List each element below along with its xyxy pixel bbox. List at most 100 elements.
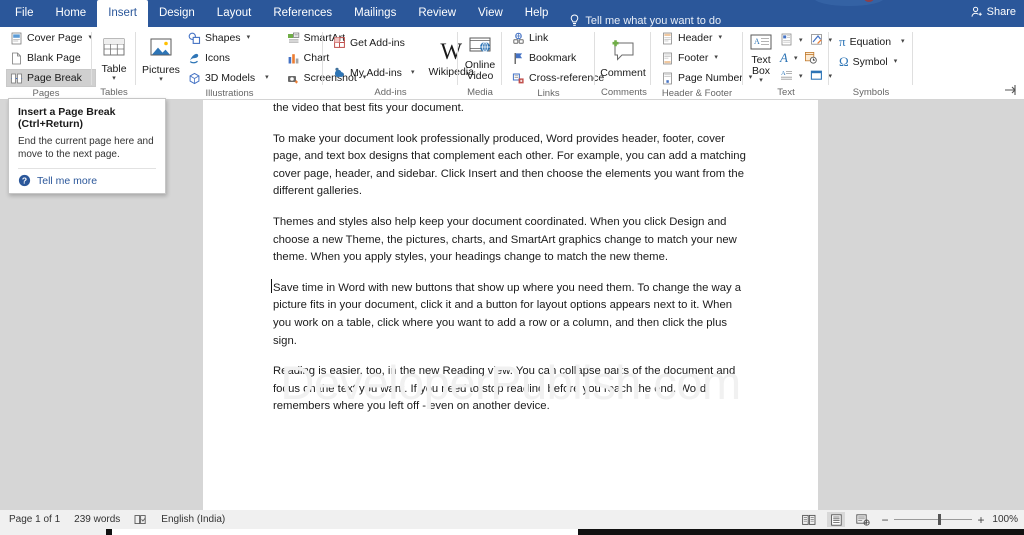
ribbon: Cover Page ▾ Blank Page (0, 27, 1024, 100)
ribbon-group-addins: Get Add-ins My Add-ins ▾ W Wikipedia Add… (323, 27, 474, 99)
pictures-button[interactable]: Pictures ▾ (142, 34, 180, 83)
tab-references[interactable]: References (262, 0, 343, 27)
zoom-out-button[interactable]: − (881, 514, 889, 526)
tab-home[interactable]: Home (45, 0, 98, 27)
ribbon-group-text: A Text Box ▾ ▾ ▾ A ▾ A ▾ ▾ Text (743, 27, 832, 99)
tell-me-box[interactable]: Tell me what you want to do (559, 14, 721, 27)
table-button[interactable]: Table ▾ (98, 33, 130, 82)
chevron-down-icon[interactable]: ▾ (265, 71, 269, 85)
read-mode-button[interactable] (800, 512, 818, 527)
online-video-icon (469, 37, 491, 52)
object-button[interactable] (809, 68, 824, 83)
paragraph-2[interactable]: Themes and styles also help keep your do… (273, 214, 751, 267)
proofing-errors-icon[interactable] (134, 514, 147, 526)
date-time-button[interactable] (803, 50, 818, 65)
page-indicator[interactable]: Page 1 of 1 (9, 514, 60, 525)
tab-view[interactable]: View (467, 0, 514, 27)
icons-button[interactable]: Icons (184, 49, 273, 67)
zoom-slider-handle[interactable] (938, 514, 941, 525)
equation-button[interactable]: π Equation ▾ (835, 33, 909, 51)
text-box-label: Text Box (751, 54, 771, 77)
paragraph-3-text: Save time in Word with new buttons that … (273, 281, 742, 347)
cross-reference-label: Cross-reference (529, 72, 605, 84)
symbol-label: Symbol (852, 56, 888, 68)
blank-page-label: Blank Page (27, 52, 81, 64)
chevron-down-icon[interactable]: ▾ (112, 75, 116, 82)
chevron-down-icon[interactable]: ▾ (799, 72, 803, 80)
tab-mailings[interactable]: Mailings (343, 0, 407, 27)
print-layout-button[interactable] (827, 512, 845, 527)
chevron-down-icon[interactable]: ▾ (759, 77, 763, 84)
zoom-control[interactable]: − + 100% (881, 514, 1018, 526)
page-break-button[interactable]: Page Break (6, 69, 96, 87)
tooltip-divider (18, 168, 156, 169)
web-layout-button[interactable] (854, 512, 872, 527)
person-share-icon (971, 6, 982, 17)
link-label: Link (529, 32, 549, 44)
page-number-label: Page Number (678, 72, 743, 84)
svg-text:?: ? (22, 176, 27, 186)
chevron-down-icon[interactable]: ▾ (247, 31, 251, 45)
page-break-tooltip: Insert a Page Break (Ctrl+Return) End th… (8, 98, 166, 194)
paragraph-1[interactable]: To make your document look professionall… (273, 131, 751, 201)
chevron-down-icon[interactable]: ▾ (718, 31, 722, 45)
chevron-down-icon[interactable]: ▾ (794, 54, 798, 62)
cover-page-button[interactable]: Cover Page ▾ (6, 29, 96, 47)
share-button[interactable]: Share (971, 6, 1016, 18)
shapes-button[interactable]: Shapes ▾ (184, 29, 273, 47)
ribbon-group-media: Online Video Media (458, 27, 502, 99)
quick-parts-button[interactable] (779, 32, 794, 47)
tab-design[interactable]: Design (148, 0, 206, 27)
object-icon (810, 70, 822, 80)
tooltip-body: End the current page here and move to th… (18, 136, 154, 160)
tab-insert[interactable]: Insert (97, 0, 148, 27)
svg-text:A: A (781, 70, 786, 77)
new-comment-label: Comment (600, 66, 646, 79)
zoom-slider[interactable] (894, 514, 972, 525)
tab-layout[interactable]: Layout (206, 0, 263, 27)
tell-me-more-link[interactable]: ? Tell me more (18, 174, 156, 187)
screenshot-icon (287, 75, 298, 83)
tab-help[interactable]: Help (514, 0, 560, 27)
chevron-down-icon[interactable]: ▾ (411, 66, 415, 80)
paragraph-3[interactable]: Save time in Word with new buttons that … (271, 278, 751, 350)
zoom-level[interactable]: 100% (990, 514, 1018, 525)
equation-label: Equation (849, 36, 892, 48)
text-box-button[interactable]: A Text Box ▾ (749, 31, 773, 84)
page-number-icon (663, 72, 672, 84)
online-video-button[interactable]: Online Video (464, 34, 496, 82)
paragraph-0[interactable]: the video that best fits your document. (273, 100, 751, 118)
document-page[interactable]: the video that best fits your document. … (203, 100, 818, 510)
chevron-down-icon[interactable]: ▾ (714, 51, 718, 65)
word-count[interactable]: 239 words (74, 514, 120, 525)
symbol-icon: Ω (839, 54, 849, 69)
new-comment-button[interactable]: Comment (600, 37, 646, 79)
symbol-button[interactable]: Ω Symbol ▾ (835, 53, 909, 71)
taskbar-patch-left (0, 529, 106, 535)
signature-line-button[interactable]: A (779, 68, 794, 83)
my-addins-button[interactable]: My Add-ins ▾ (329, 64, 418, 82)
chevron-down-icon[interactable]: ▾ (159, 76, 163, 83)
icons-icon (189, 53, 199, 63)
share-label: Share (986, 6, 1016, 18)
new-comment-icon (612, 39, 634, 61)
online-video-label: Online Video (464, 58, 496, 82)
get-addins-button[interactable]: Get Add-ins (329, 34, 418, 52)
language-indicator[interactable]: English (India) (161, 514, 225, 525)
collapse-ribbon-icon[interactable] (1004, 84, 1018, 96)
word-window: File Home Insert Design Layout Reference… (0, 0, 1024, 535)
print-layout-icon (830, 513, 842, 526)
wordart-button[interactable] (809, 32, 824, 47)
tab-file[interactable]: File (4, 0, 45, 27)
status-bar: Page 1 of 1 239 words English (India) − … (0, 510, 1024, 529)
tab-review[interactable]: Review (407, 0, 467, 27)
chevron-down-icon[interactable]: ▾ (799, 36, 803, 44)
blank-page-button[interactable]: Blank Page (6, 49, 96, 67)
chevron-down-icon[interactable]: ▾ (901, 35, 905, 49)
group-label-media: Media (467, 87, 493, 98)
3d-models-button[interactable]: 3D Models ▾ (184, 69, 273, 87)
drop-cap-button[interactable]: A (779, 50, 789, 65)
chevron-down-icon[interactable]: ▾ (894, 55, 898, 69)
group-label-illustrations: Illustrations (205, 88, 254, 99)
zoom-in-button[interactable]: + (977, 514, 985, 526)
